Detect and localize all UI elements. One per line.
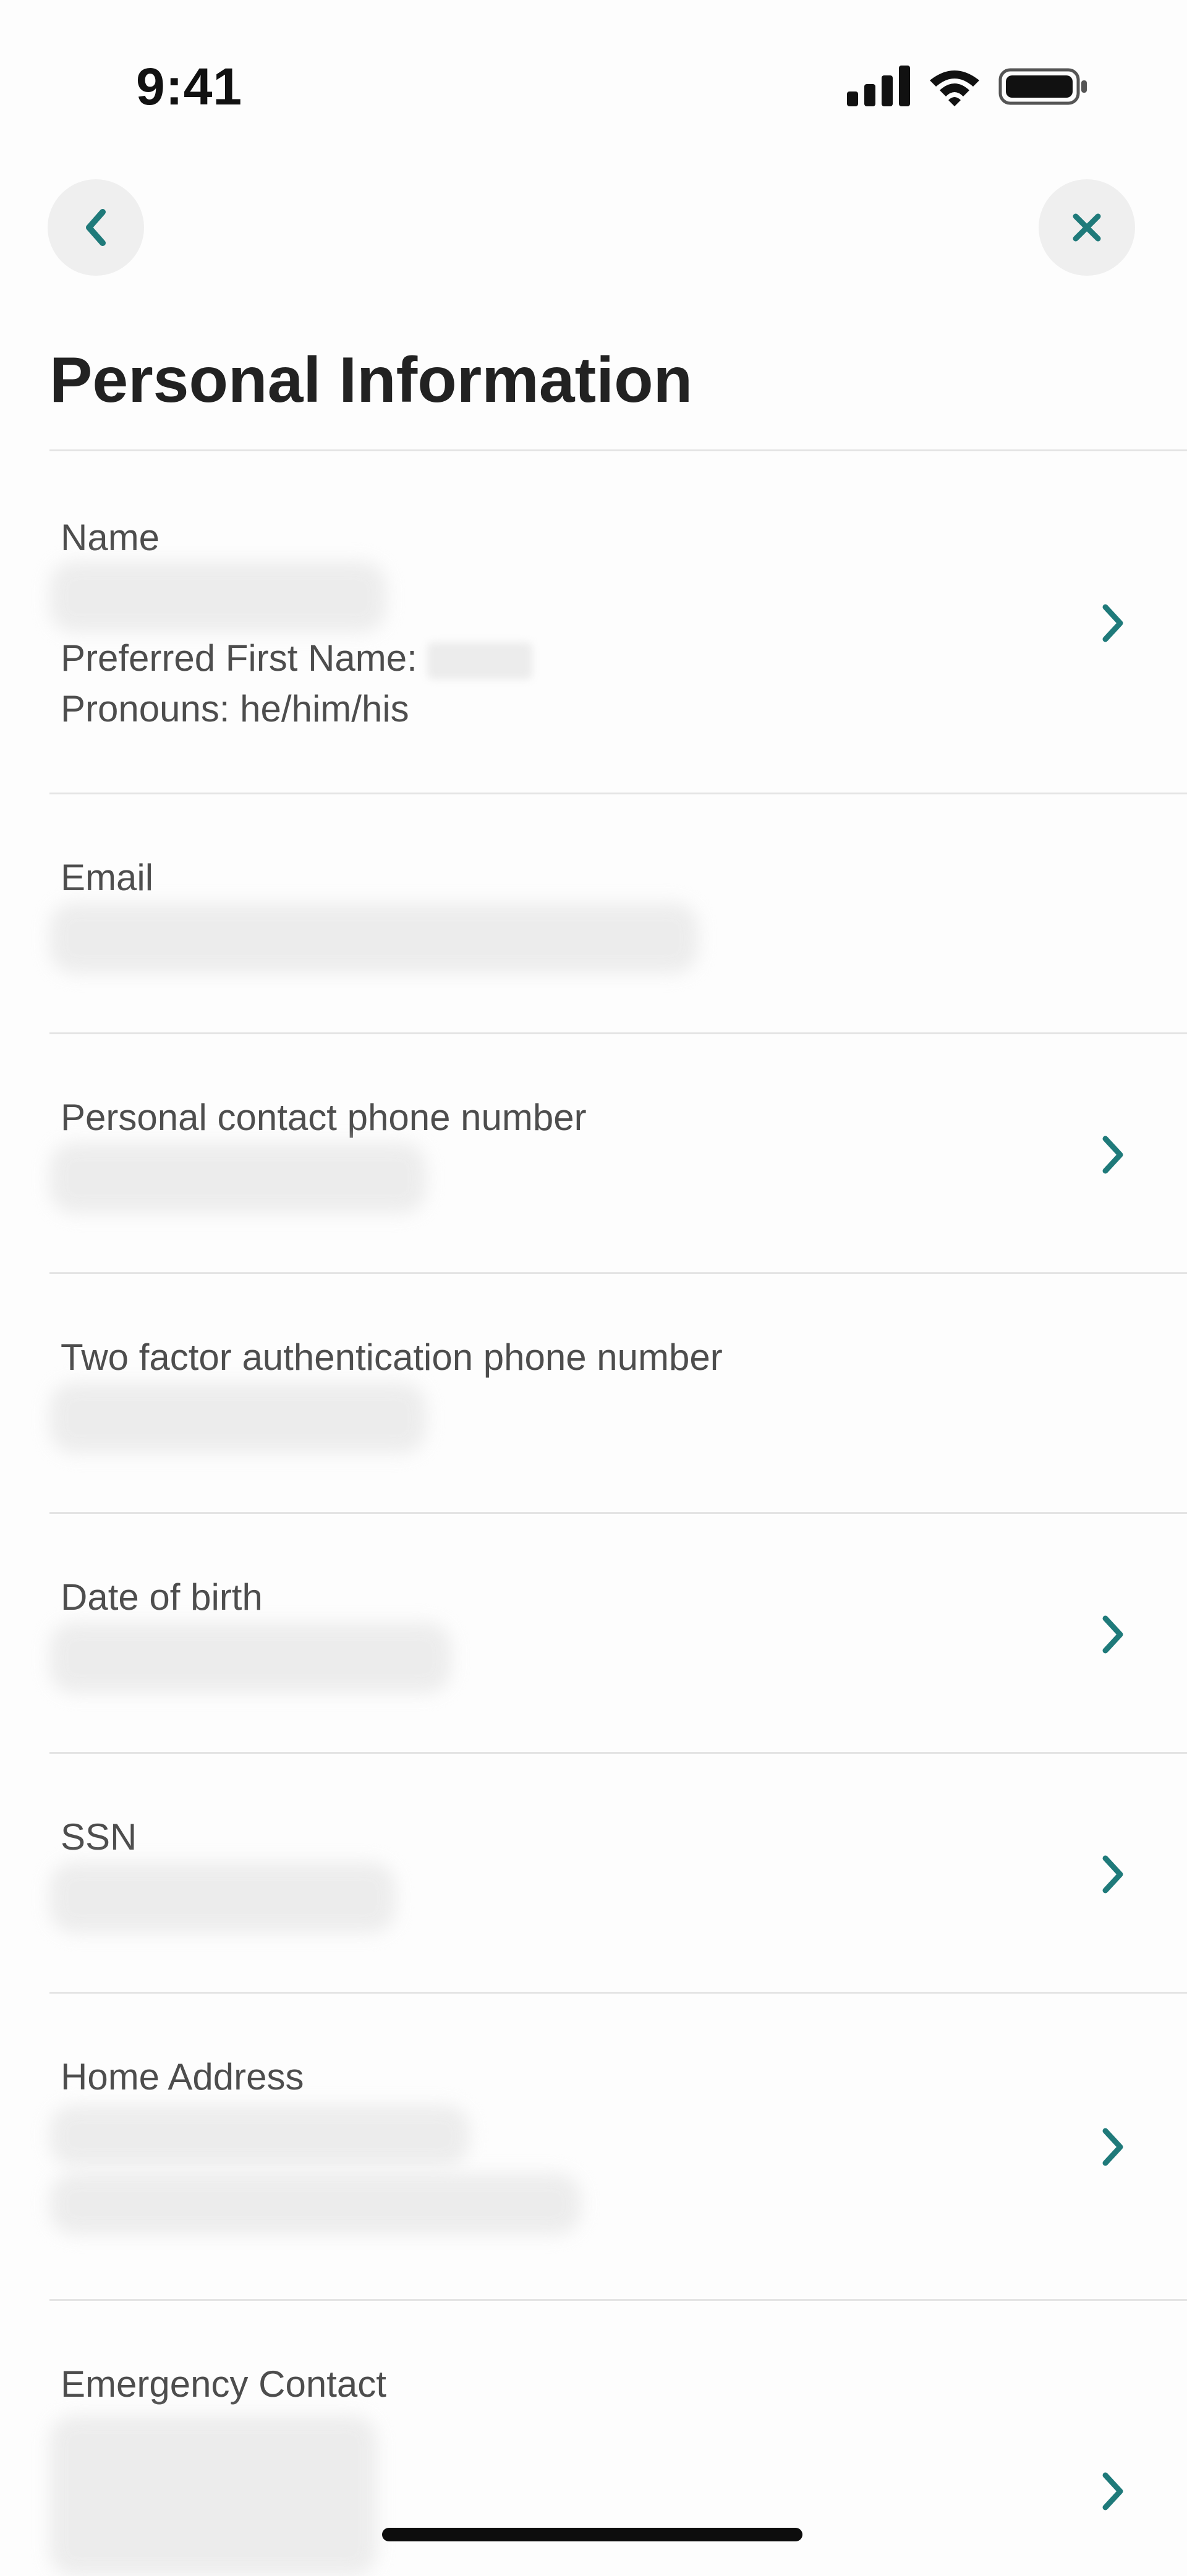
row-name-value — [49, 561, 386, 632]
home-indicator[interactable] — [382, 2528, 802, 2541]
pronouns: Pronouns: he/him/his — [61, 688, 409, 729]
close-icon — [1073, 213, 1101, 242]
row-2fa-phone-value — [49, 1382, 427, 1453]
preferred-first-name: Preferred First Name: — [61, 637, 533, 680]
row-ssn-value — [49, 1862, 396, 1933]
row-personal-phone-value — [49, 1142, 427, 1214]
row-personal-phone[interactable]: Personal contact phone number — [49, 1032, 1187, 1272]
row-2fa-phone-label: Two factor authentication phone number — [61, 1337, 723, 1378]
status-icons — [847, 64, 1088, 108]
row-emergency-contact-label: Emergency Contact — [61, 2363, 386, 2405]
row-home-address-line1 — [49, 2105, 470, 2167]
back-button[interactable] — [48, 179, 144, 276]
row-emergency-contact-value — [49, 2415, 377, 2576]
battery-icon — [998, 68, 1087, 105]
row-name[interactable]: Name Preferred First Name: Pronouns: he/… — [49, 449, 1187, 793]
row-2fa-phone: Two factor authentication phone number — [49, 1272, 1187, 1512]
close-button[interactable] — [1039, 179, 1135, 276]
row-date-of-birth-label: Date of birth — [61, 1576, 263, 1618]
row-email-value — [49, 903, 699, 974]
wifi-icon — [930, 70, 979, 106]
row-name-label: Name — [61, 517, 160, 558]
personal-info-list: Name Preferred First Name: Pronouns: he/… — [49, 449, 1187, 2576]
row-ssn[interactable]: SSN — [49, 1752, 1187, 1992]
chevron-right-icon[interactable] — [1094, 2467, 1131, 2516]
chevron-right-icon[interactable] — [1094, 1130, 1131, 1180]
row-date-of-birth-value — [49, 1622, 451, 1693]
row-personal-phone-label: Personal contact phone number — [61, 1097, 587, 1138]
chevron-left-icon — [86, 209, 106, 246]
signal-icon — [847, 66, 910, 106]
chevron-right-icon[interactable] — [1094, 2122, 1131, 2172]
chevron-right-icon[interactable] — [1094, 598, 1131, 648]
row-home-address-label: Home Address — [61, 2056, 304, 2098]
row-home-address-line2 — [49, 2173, 581, 2235]
status-bar: 9:41 — [0, 0, 1187, 148]
row-date-of-birth[interactable]: Date of birth — [49, 1512, 1187, 1752]
chevron-right-icon[interactable] — [1094, 1610, 1131, 1659]
row-home-address[interactable]: Home Address — [49, 1992, 1187, 2299]
row-ssn-label: SSN — [61, 1816, 137, 1858]
page-title: Personal Information — [49, 344, 693, 416]
row-email-label: Email — [61, 857, 154, 898]
row-email: Email — [49, 793, 1187, 1032]
preferred-first-name-value — [427, 642, 533, 680]
status-time: 9:41 — [136, 57, 243, 116]
chevron-right-icon[interactable] — [1094, 1850, 1131, 1899]
